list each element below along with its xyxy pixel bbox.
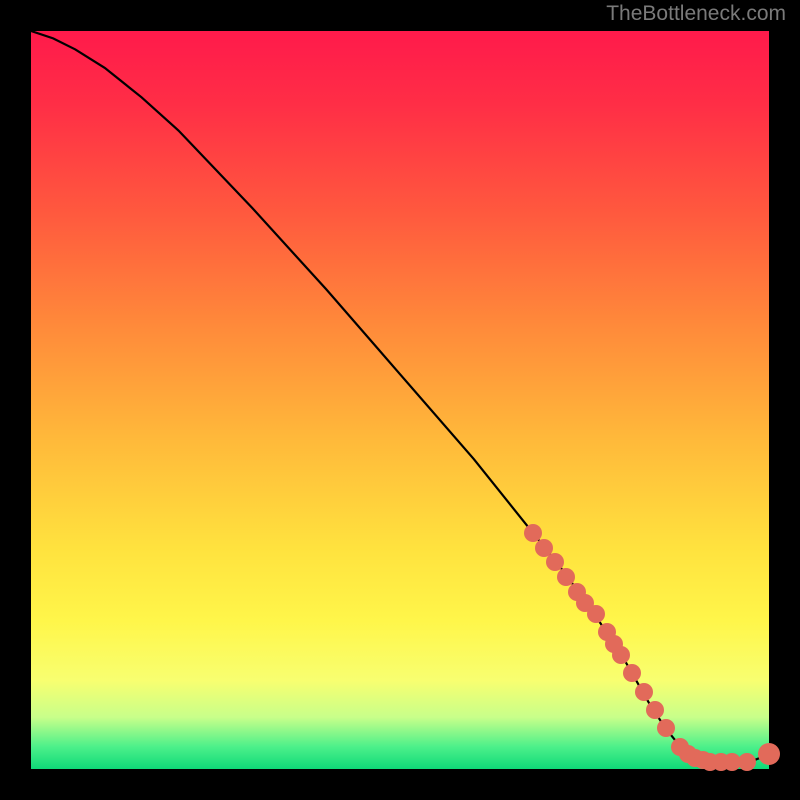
- chart-wrapper: TheBottleneck.com: [0, 0, 800, 800]
- data-marker: [612, 646, 630, 664]
- data-marker: [623, 664, 641, 682]
- data-marker: [657, 719, 675, 737]
- data-marker: [635, 683, 653, 701]
- data-marker: [587, 605, 605, 623]
- data-marker: [646, 701, 664, 719]
- gradient-background: [31, 31, 769, 769]
- chart-svg: [31, 31, 769, 769]
- attribution-text: TheBottleneck.com: [606, 2, 786, 26]
- data-marker: [738, 753, 756, 771]
- data-marker: [758, 743, 780, 765]
- plot-area: [31, 31, 769, 769]
- curve-line: [31, 31, 769, 762]
